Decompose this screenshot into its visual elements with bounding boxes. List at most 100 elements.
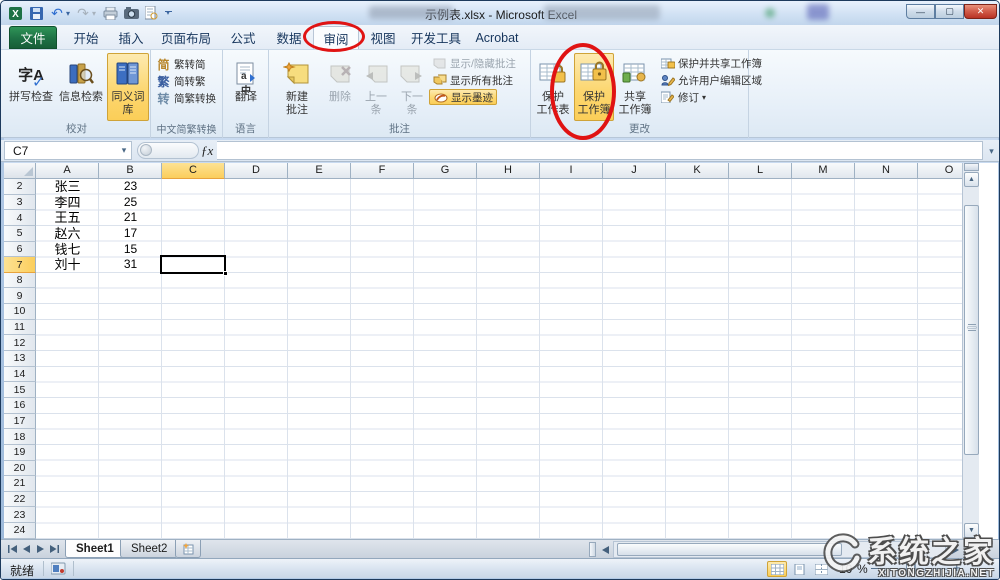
cell-A6[interactable]: 钱七	[36, 242, 99, 258]
column-header-J[interactable]: J	[603, 163, 666, 179]
save-button[interactable]	[29, 5, 43, 21]
horizontal-scrollbar[interactable]	[613, 541, 946, 558]
row-header-17[interactable]: 17	[4, 414, 36, 430]
column-header-A[interactable]: A	[36, 163, 99, 179]
row-header-10[interactable]: 10	[4, 304, 36, 320]
sheet-tab-sheet2[interactable]: Sheet2	[120, 540, 178, 558]
cell-B7[interactable]: 31	[99, 257, 162, 273]
research-button[interactable]: 信息检索	[57, 53, 105, 121]
row-header-12[interactable]: 12	[4, 335, 36, 351]
row-header-4[interactable]: 4	[4, 210, 36, 226]
row-header-14[interactable]: 14	[4, 367, 36, 383]
column-header-I[interactable]: I	[540, 163, 603, 179]
row-header-22[interactable]: 22	[4, 492, 36, 508]
tab-home[interactable]: 开始	[65, 26, 107, 49]
vertical-split-handle[interactable]	[964, 163, 979, 171]
maximize-button[interactable]: ▢	[935, 4, 964, 19]
cells-area[interactable]: 张三23李四25王五21赵六17钱七15刘十31	[36, 179, 962, 539]
formula-bar-expand-icon[interactable]: ▾	[985, 142, 998, 160]
translate-button[interactable]: a中 翻译	[227, 53, 265, 121]
row-header-2[interactable]: 2	[4, 179, 36, 195]
insert-function-icon[interactable]: ƒx	[201, 143, 213, 159]
column-header-O[interactable]: O	[918, 163, 962, 179]
excel-app-icon[interactable]: X	[7, 5, 25, 21]
thesaurus-button[interactable]: 同义词库	[107, 53, 149, 121]
normal-view-icon[interactable]	[767, 561, 787, 577]
close-button[interactable]: ✕	[964, 4, 997, 19]
row-header-6[interactable]: 6	[4, 242, 36, 258]
chinese-conversion-button[interactable]: 转 简繁转换	[153, 90, 219, 106]
tab-file[interactable]: 文件	[9, 26, 57, 49]
last-sheet-icon[interactable]	[48, 542, 61, 556]
tab-insert[interactable]: 插入	[111, 26, 151, 49]
undo-dropdown-icon[interactable]: ▾	[64, 5, 72, 21]
column-header-L[interactable]: L	[729, 163, 792, 179]
column-header-H[interactable]: H	[477, 163, 540, 179]
cell-B2[interactable]: 23	[99, 179, 162, 195]
sheet-tab-sheet1[interactable]: Sheet1	[65, 540, 125, 558]
vertical-scrollbar[interactable]: ▲ ▼	[962, 163, 979, 539]
row-header-11[interactable]: 11	[4, 320, 36, 336]
column-header-K[interactable]: K	[666, 163, 729, 179]
zoom-slider-thumb[interactable]	[906, 562, 915, 575]
allow-users-edit-ranges-button[interactable]: 允许用户编辑区域	[657, 72, 765, 88]
show-all-comments-button[interactable]: 显示所有批注	[429, 72, 516, 88]
column-header-E[interactable]: E	[288, 163, 351, 179]
row-header-13[interactable]: 13	[4, 351, 36, 367]
previous-sheet-icon[interactable]	[20, 542, 33, 556]
row-header-24[interactable]: 24	[4, 523, 36, 539]
cell-A5[interactable]: 赵六	[36, 226, 99, 242]
next-sheet-icon[interactable]	[34, 542, 47, 556]
tab-split-handle[interactable]	[589, 542, 596, 557]
row-header-19[interactable]: 19	[4, 445, 36, 461]
redo-button[interactable]: ↷	[75, 5, 91, 21]
formula-bar-handle[interactable]	[140, 144, 152, 156]
row-header-16[interactable]: 16	[4, 398, 36, 414]
row-header-23[interactable]: 23	[4, 507, 36, 523]
first-sheet-icon[interactable]	[6, 542, 19, 556]
row-header-18[interactable]: 18	[4, 429, 36, 445]
protect-sheet-button[interactable]: 保护工作表	[534, 53, 572, 121]
cell-B5[interactable]: 17	[99, 226, 162, 242]
scroll-up-icon[interactable]: ▲	[964, 172, 979, 187]
cell-B6[interactable]: 15	[99, 242, 162, 258]
print-preview-button[interactable]	[142, 5, 160, 21]
column-header-D[interactable]: D	[225, 163, 288, 179]
share-workbook-button[interactable]: 共享工作簿	[616, 53, 654, 121]
print-button[interactable]	[101, 5, 119, 21]
show-ink-button[interactable]: 显示墨迹	[429, 89, 497, 105]
trad-to-simp-button[interactable]: 简 繁转简	[153, 56, 209, 72]
camera-button[interactable]	[122, 5, 140, 21]
cell-B3[interactable]: 25	[99, 195, 162, 211]
macro-record-icon[interactable]	[51, 562, 66, 578]
undo-button[interactable]: ↶	[49, 5, 65, 21]
row-header-7[interactable]: 7	[4, 257, 36, 273]
tab-data[interactable]: 数据	[269, 26, 309, 49]
spell-check-button[interactable]: 字A ✓ 拼写检查	[7, 53, 55, 121]
column-header-B[interactable]: B	[99, 163, 162, 179]
column-header-C[interactable]: C	[162, 163, 225, 179]
page-break-view-icon[interactable]	[811, 561, 831, 577]
cell-A7[interactable]: 刘十	[36, 257, 99, 273]
name-box-dropdown-icon[interactable]: ▾	[117, 142, 131, 159]
zoom-in-icon[interactable]: +	[953, 560, 961, 575]
page-layout-view-icon[interactable]	[789, 561, 809, 577]
cell-A4[interactable]: 王五	[36, 210, 99, 226]
tab-review[interactable]: 审阅	[313, 26, 359, 49]
column-header-F[interactable]: F	[351, 163, 414, 179]
scroll-left-icon[interactable]	[599, 543, 612, 557]
column-header-N[interactable]: N	[855, 163, 918, 179]
zoom-out-icon[interactable]: —	[871, 560, 884, 575]
horizontal-scroll-thumb[interactable]	[617, 543, 842, 556]
insert-worksheet-icon[interactable]	[175, 540, 201, 558]
tab-developer[interactable]: 开发工具	[407, 26, 465, 49]
name-box[interactable]: C7	[4, 141, 132, 160]
zoom-level[interactable]: 10	[839, 562, 852, 576]
scroll-down-icon[interactable]: ▼	[964, 523, 979, 538]
zoom-slider-track[interactable]	[885, 568, 947, 570]
row-header-8[interactable]: 8	[4, 273, 36, 289]
fill-handle[interactable]	[223, 271, 228, 276]
row-header-3[interactable]: 3	[4, 195, 36, 211]
active-cell-selection[interactable]	[160, 255, 226, 274]
cell-B4[interactable]: 21	[99, 210, 162, 226]
